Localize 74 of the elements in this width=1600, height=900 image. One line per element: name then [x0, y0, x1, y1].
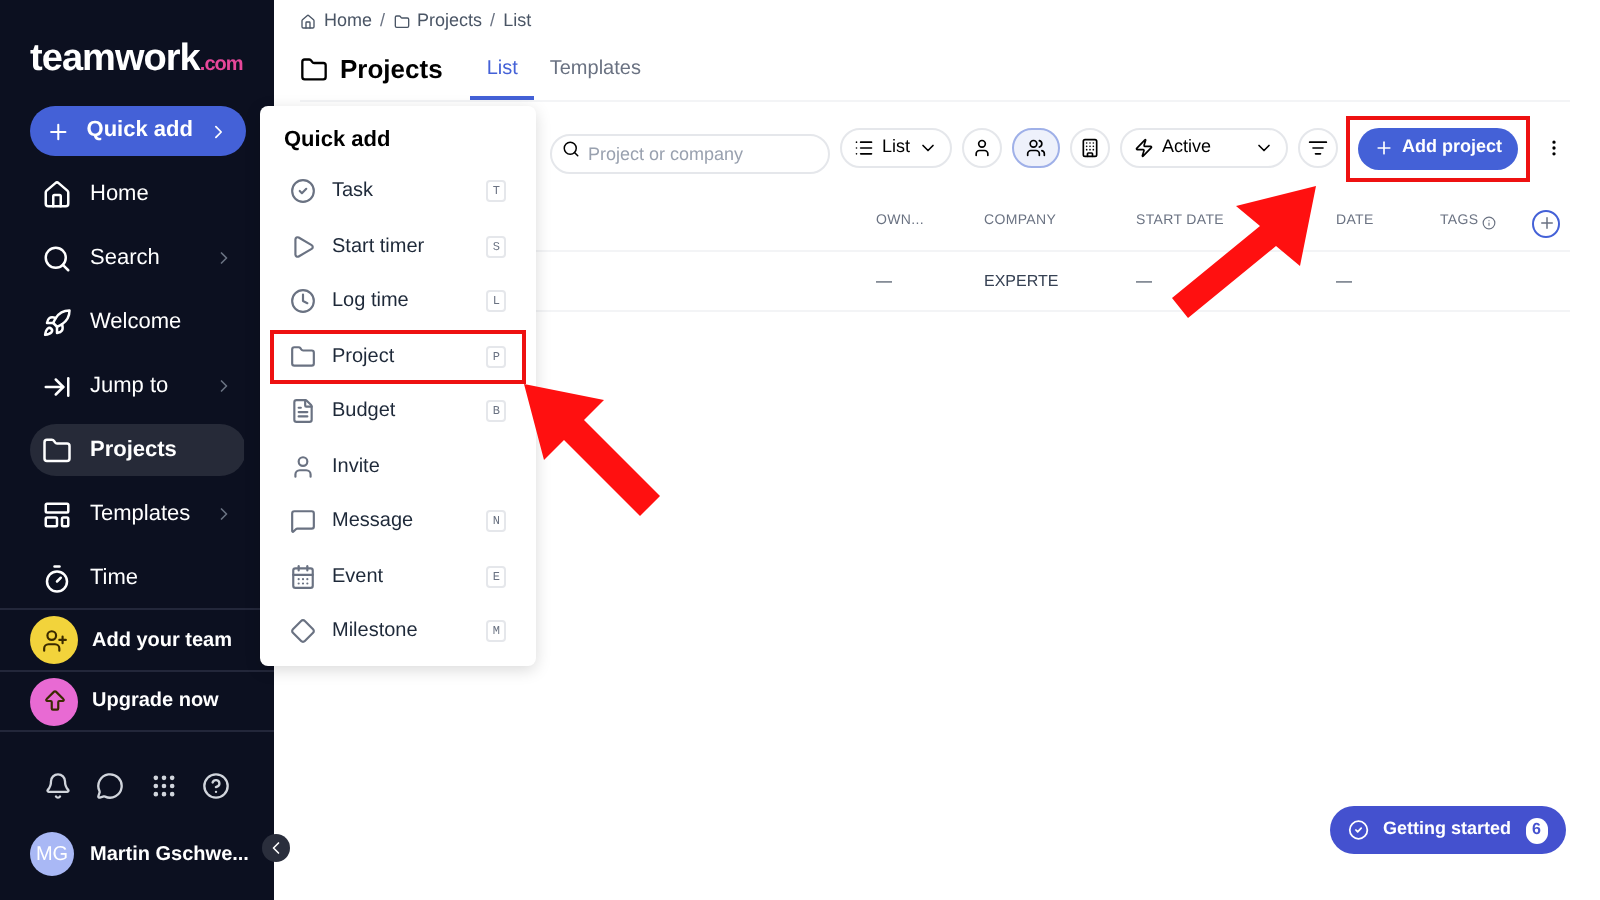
quick-add-button[interactable]: Quick add	[30, 106, 246, 156]
breadcrumb-separator: /	[380, 8, 386, 35]
lightning-icon	[1134, 138, 1155, 158]
calendar-icon	[290, 563, 316, 590]
timer-icon	[42, 563, 72, 593]
chat-icon[interactable]	[96, 772, 125, 800]
company-button[interactable]	[1070, 128, 1111, 168]
folder-icon	[300, 56, 328, 84]
help-icon[interactable]	[201, 772, 230, 800]
clock-icon	[290, 288, 316, 315]
table-cell: —	[1336, 271, 1352, 289]
search-icon	[562, 139, 580, 157]
add-column-button[interactable]	[1532, 209, 1560, 237]
breadcrumb-link[interactable]: Projects	[417, 8, 483, 36]
view-dropdown[interactable]: List	[840, 128, 953, 168]
home-icon	[42, 179, 72, 209]
sidebar-item[interactable]: Search	[30, 232, 244, 284]
search-icon	[42, 243, 72, 273]
folder-icon	[393, 14, 410, 30]
table-cell: EXPERTE	[984, 271, 1059, 289]
sidebar-item[interactable]: Jump to	[30, 360, 244, 412]
message-icon	[290, 508, 316, 535]
diamond-icon	[290, 618, 316, 645]
document-icon	[290, 398, 316, 425]
sidebar-item[interactable]: Home	[30, 168, 244, 220]
page-title: Projects	[340, 52, 443, 89]
user-name: Martin Gschwe...	[90, 841, 249, 869]
plus-icon	[1374, 138, 1395, 158]
breadcrumb-link[interactable]: Home	[324, 8, 373, 36]
user-icon	[972, 138, 993, 158]
home-icon	[300, 14, 316, 30]
building-icon	[1080, 138, 1101, 158]
info-icon	[1482, 216, 1497, 230]
play-icon	[290, 233, 316, 260]
template-icon	[42, 499, 72, 529]
person-filter-button[interactable]	[962, 128, 1003, 168]
check-circle-icon	[1348, 818, 1370, 842]
collapse-button[interactable]	[262, 834, 290, 862]
status-dropdown[interactable]: Active	[1120, 128, 1289, 168]
table-cell: —	[1136, 271, 1152, 289]
check-circle-icon	[290, 178, 316, 205]
user-icon	[290, 453, 316, 480]
filter-icon	[1308, 138, 1329, 158]
tab[interactable]: Templates	[533, 40, 657, 100]
plus-icon	[1537, 214, 1555, 232]
count-badge: 6	[1525, 817, 1548, 843]
sidebar-item[interactable]: Welcome	[30, 296, 244, 348]
arrow-up-icon	[41, 688, 67, 714]
bell-icon[interactable]	[44, 772, 72, 800]
add-project-button[interactable]: Add project	[1358, 127, 1519, 169]
sidebar-item[interactable]: Time	[30, 552, 244, 604]
list-icon	[854, 138, 874, 158]
folder-icon	[290, 343, 316, 370]
menu-title: Quick add	[282, 126, 393, 152]
folder-icon	[42, 435, 72, 465]
filter-button[interactable]	[1298, 128, 1339, 168]
breadcrumb-separator: /	[490, 8, 496, 35]
rocket-icon	[42, 307, 72, 337]
team-filter-button[interactable]	[1012, 128, 1061, 168]
search-field[interactable]: Project or company	[550, 134, 830, 174]
table-cell: —	[876, 271, 892, 289]
sidebar-item[interactable]: Templates	[30, 488, 244, 540]
breadcrumb-link[interactable]: List	[503, 8, 532, 36]
jump-icon	[42, 371, 72, 401]
menu-item[interactable]: Invite	[270, 439, 526, 494]
getting-started-button[interactable]: Getting started 6	[1330, 806, 1566, 854]
logo[interactable]: teamwork.com	[30, 32, 243, 89]
tab[interactable]: List	[470, 40, 534, 100]
apps-grid-icon[interactable]	[149, 772, 178, 800]
users-icon	[1026, 138, 1047, 158]
promo-item[interactable]: Upgrade now	[0, 670, 274, 730]
promo-item[interactable]: Add your team	[0, 610, 274, 670]
sidebar-item[interactable]: Projects	[30, 424, 244, 476]
user-plus-icon	[41, 627, 67, 653]
